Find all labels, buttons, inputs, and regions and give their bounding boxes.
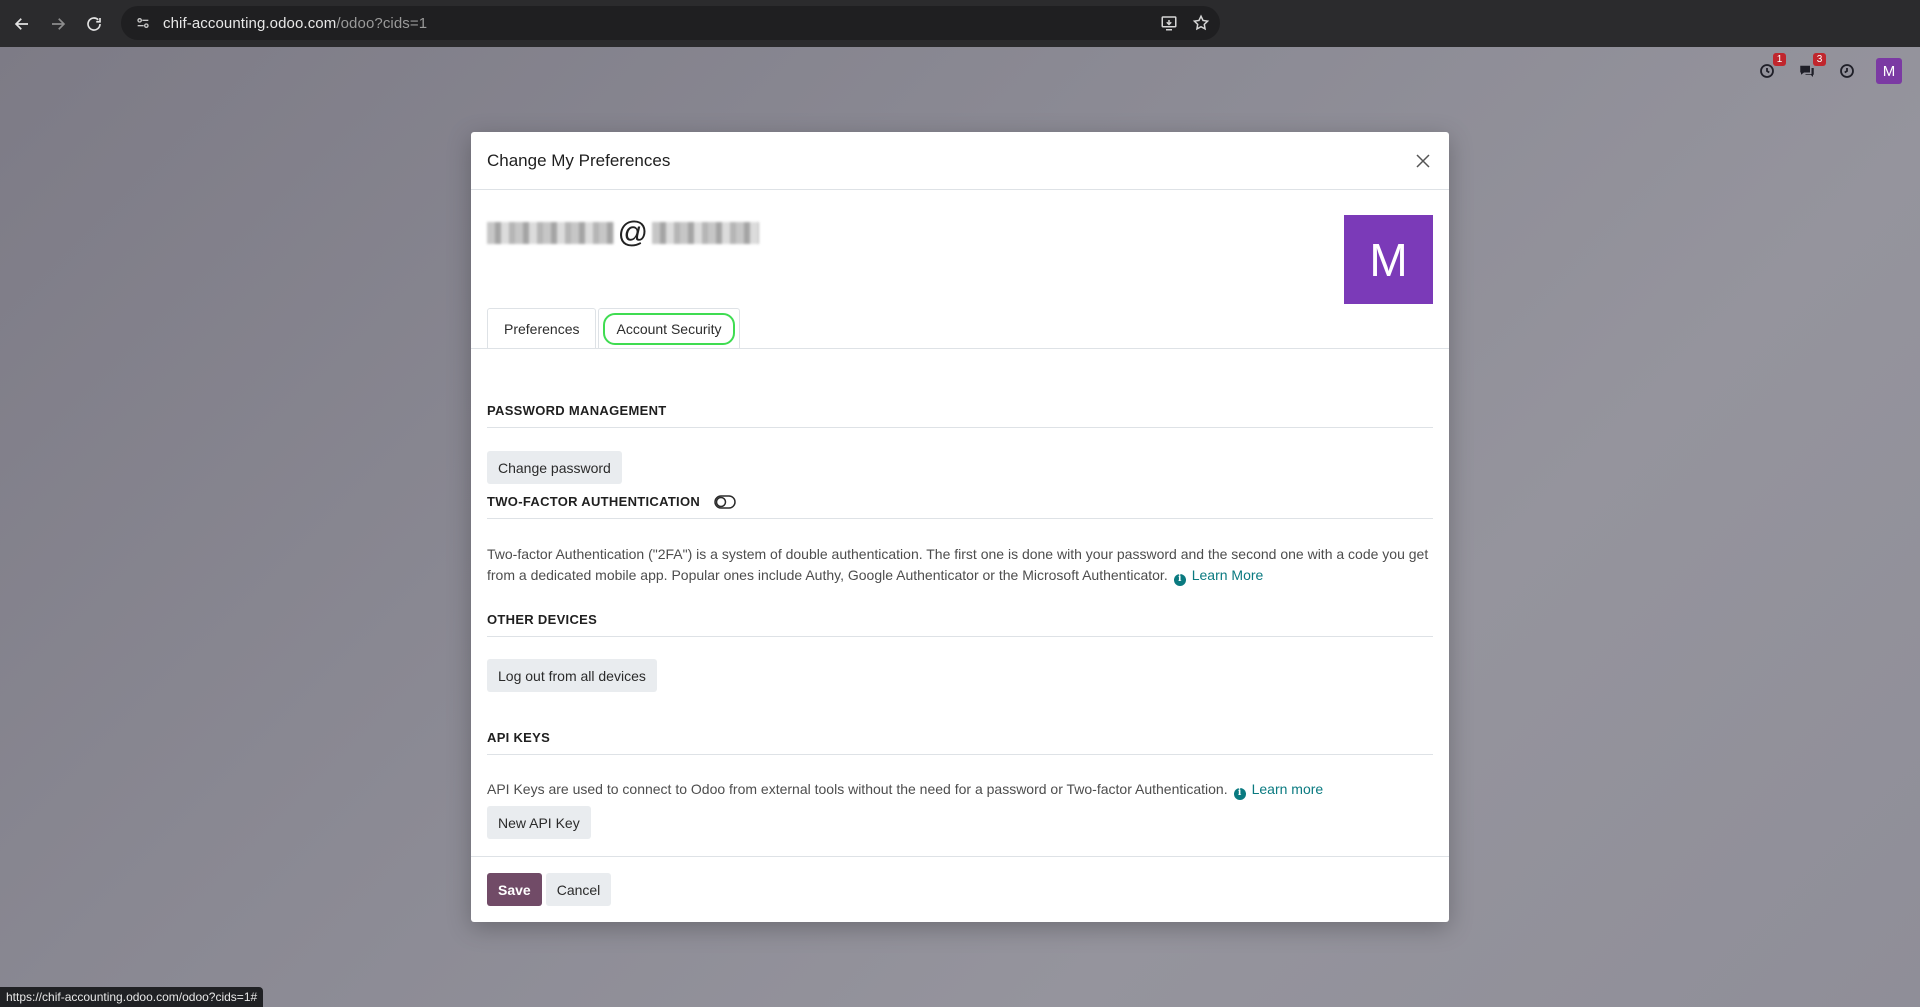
logout-all-devices-button[interactable]: Log out from all devices [487,659,657,692]
section-divider [487,427,1433,428]
user-avatar[interactable]: M [1344,215,1433,304]
arrow-right-icon [52,17,66,30]
preferences-dialog: Change My Preferences @ M Preferences Ac… [471,132,1449,922]
two-factor-learn-more-link[interactable]: Learn More [1192,567,1264,583]
email-at-sign: @ [617,216,649,249]
info-icon: i [1173,573,1186,586]
dialog-footer: Save Cancel [471,856,1449,922]
close-icon [1416,154,1430,168]
browser-toolbar: chif-accounting.odoo.com/odoo?cids=1 [0,0,1920,47]
section-divider [487,636,1433,637]
bookmark-star-icon[interactable] [1192,14,1210,32]
change-password-button[interactable]: Change password [487,451,622,484]
api-keys-section: API KEYS API Keys are used to connect to… [487,730,1433,839]
account-security-panel: PASSWORD MANAGEMENT Change password TWO-… [487,369,1433,839]
tab-preferences[interactable]: Preferences [487,308,597,348]
api-keys-description-text: API Keys are used to connect to Odoo fro… [487,781,1228,797]
back-button[interactable] [4,6,40,42]
activity-badge: 1 [1773,53,1786,66]
tab-account-security-label: Account Security [603,312,735,345]
two-factor-section-title: TWO-FACTOR AUTHENTICATION [487,494,1433,509]
timer-icon [1840,64,1854,78]
password-section-title: PASSWORD MANAGEMENT [487,403,667,418]
tab-divider [471,348,1449,349]
arrow-left-icon [14,17,28,30]
cancel-button[interactable]: Cancel [545,873,612,906]
api-keys-section-title: API KEYS [487,730,551,745]
two-factor-title-text: TWO-FACTOR AUTHENTICATION [487,494,701,509]
save-button[interactable]: Save [487,873,542,906]
devices-section-title: OTHER DEVICES [487,612,598,627]
two-factor-description: Two-factor Authentication ("2FA") is a s… [487,544,1433,586]
address-bar[interactable]: chif-accounting.odoo.com/odoo?cids=1 [121,6,1220,40]
redacted-domain [652,222,759,244]
install-app-icon[interactable] [1160,14,1178,32]
activity-menu[interactable]: 1 [1756,53,1786,82]
messages-menu[interactable]: 3 [1796,53,1826,82]
section-divider [487,518,1433,519]
reload-icon [87,16,101,31]
password-section: PASSWORD MANAGEMENT Change password [487,403,1433,484]
url-text: chif-accounting.odoo.com/odoo?cids=1 [163,14,428,32]
systray: 1 3 M [1756,53,1902,84]
user-email-redacted: @ [487,216,759,249]
new-api-key-button[interactable]: New API Key [487,806,591,839]
two-factor-description-text: Two-factor Authentication ("2FA") is a s… [487,546,1429,583]
reload-button[interactable] [76,6,112,42]
dialog-title: Change My Preferences [487,150,671,170]
timer-menu[interactable] [1836,60,1858,82]
forward-button[interactable] [40,6,76,42]
dialog-header: Change My Preferences [471,132,1449,190]
dialog-tabs: Preferences Account Security [487,308,742,348]
tab-account-security[interactable]: Account Security [598,308,740,348]
section-divider [487,754,1433,755]
devices-section: OTHER DEVICES Log out from all devices [487,612,1433,692]
user-menu-avatar[interactable]: M [1876,58,1902,84]
toggle-icon[interactable] [714,494,736,509]
site-settings-icon[interactable] [133,13,153,33]
close-button[interactable] [1411,149,1435,173]
api-keys-learn-more-link[interactable]: Learn more [1252,781,1324,797]
status-bar-url: https://chif-accounting.odoo.com/odoo?ci… [0,987,264,1007]
redacted-local-part [487,222,614,244]
info-icon: i [1233,787,1246,800]
messages-badge: 3 [1813,53,1826,66]
two-factor-section: TWO-FACTOR AUTHENTICATION Two-factor Aut… [487,494,1433,586]
api-keys-description: API Keys are used to connect to Odoo fro… [487,779,1433,800]
